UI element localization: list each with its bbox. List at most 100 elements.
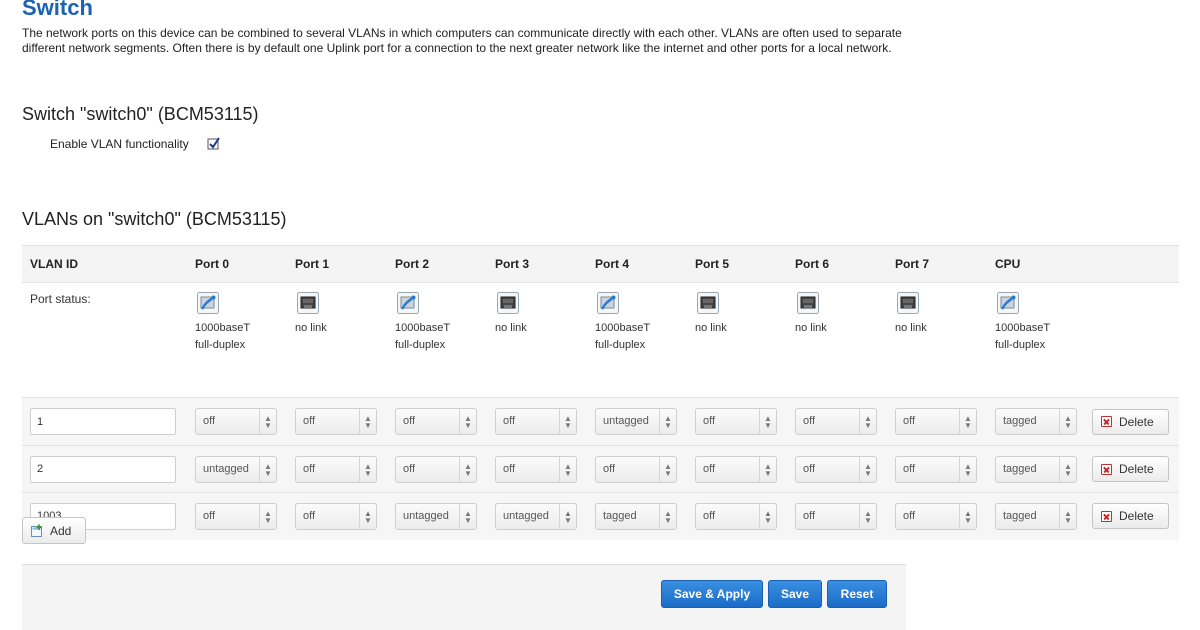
port-mode-select[interactable]: off ▲ ▼ (695, 408, 777, 435)
updown-arrows-icon: ▲ ▼ (459, 503, 476, 529)
port-mode-value: tagged (1003, 462, 1037, 475)
port-duplex-text: full-duplex (595, 339, 646, 351)
updown-arrows-icon: ▲ ▼ (559, 456, 576, 482)
port-mode-select[interactable]: off ▲ ▼ (295, 502, 377, 530)
port-mode-select[interactable]: off ▲ ▼ (195, 502, 277, 530)
ethernet-active-icon (997, 292, 1019, 314)
port-mode-value: off (503, 462, 516, 475)
port-mode-value: off (503, 415, 516, 427)
vlan-id-cell (22, 445, 187, 493)
port-mode-value: off (403, 462, 416, 475)
port-mode-select[interactable]: off ▲ ▼ (795, 408, 877, 435)
save-button[interactable]: Save (768, 580, 822, 608)
port-mode-select[interactable]: untagged ▲ ▼ (195, 455, 277, 483)
port-mode-value: off (303, 462, 316, 475)
updown-arrows-icon: ▲ ▼ (959, 456, 976, 482)
vlan-id-input[interactable] (30, 455, 176, 483)
port-mode-value: off (803, 415, 816, 427)
port-mode-value: off (803, 509, 816, 522)
port-mode-select[interactable]: untagged ▲ ▼ (495, 502, 577, 530)
delete-button-label: Delete (1119, 414, 1154, 429)
port-speed-text: 1000baseT (195, 322, 251, 334)
delete-vlan-button[interactable]: Delete (1092, 503, 1169, 530)
delete-button-label: Delete (1119, 509, 1154, 524)
port-mode-value: tagged (603, 509, 637, 522)
port-select-cell: untagged ▲ ▼ (487, 492, 587, 540)
ethernet-inactive-icon (897, 292, 919, 314)
header-port-6: Port 6 (787, 245, 887, 283)
port-mode-value: off (303, 415, 316, 427)
port-mode-select[interactable]: off ▲ ▼ (495, 455, 577, 483)
port-mode-value: untagged (503, 509, 549, 522)
port-mode-select[interactable]: off ▲ ▼ (395, 408, 477, 435)
delete-vlan-button[interactable]: Delete (1092, 456, 1169, 482)
updown-arrows-icon: ▲ ▼ (859, 409, 876, 434)
ethernet-active-icon (397, 292, 419, 314)
port-select-cell: tagged ▲ ▼ (987, 397, 1087, 446)
port-speed-text: 1000baseT (995, 322, 1051, 334)
port-select-cell: off ▲ ▼ (687, 492, 787, 540)
port-mode-select[interactable]: tagged ▲ ▼ (995, 408, 1077, 435)
updown-arrows-icon: ▲ ▼ (1059, 409, 1076, 434)
port-status-cell: no link (487, 282, 587, 398)
port-select-cell: off ▲ ▼ (587, 445, 687, 493)
header-actions (1087, 245, 1179, 283)
updown-arrows-icon: ▲ ▼ (759, 503, 776, 529)
port-mode-select[interactable]: off ▲ ▼ (395, 455, 477, 483)
port-mode-select[interactable]: off ▲ ▼ (595, 455, 677, 483)
port-mode-select[interactable]: off ▲ ▼ (195, 408, 277, 435)
ethernet-inactive-icon (697, 292, 719, 314)
updown-arrows-icon: ▲ ▼ (459, 409, 476, 434)
port-mode-select[interactable]: tagged ▲ ▼ (995, 455, 1077, 483)
port-status-cell: no link (887, 282, 987, 398)
port-mode-value: off (903, 462, 916, 475)
add-vlan-button[interactable]: Add (22, 517, 86, 544)
delete-vlan-button[interactable]: Delete (1092, 408, 1169, 435)
port-mode-select[interactable]: untagged ▲ ▼ (595, 408, 677, 435)
port-mode-select[interactable]: off ▲ ▼ (895, 455, 977, 483)
port-mode-select[interactable]: untagged ▲ ▼ (395, 502, 477, 530)
port-mode-select[interactable]: off ▲ ▼ (795, 455, 877, 483)
enable-vlan-label: Enable VLAN functionality (50, 137, 189, 151)
port-mode-select[interactable]: off ▲ ▼ (495, 408, 577, 435)
table-header-row: VLAN ID Port 0 Port 1 Port 2 Port 3 Port… (22, 245, 1179, 283)
port-mode-select[interactable]: off ▲ ▼ (795, 502, 877, 530)
table-row: untagged ▲▼ off ▲▼ off ▲▼ off ▲▼ off ▲▼ off ▲▼ off ▲▼… (22, 445, 1179, 493)
port-mode-select[interactable]: off ▲ ▼ (295, 455, 377, 483)
port-status-cell: 1000baseT full-duplex (587, 282, 687, 398)
port-mode-value: off (703, 509, 716, 522)
updown-arrows-icon: ▲ ▼ (259, 456, 276, 482)
port-mode-value: off (203, 415, 216, 427)
port-mode-value: untagged (403, 509, 449, 522)
port-mode-select[interactable]: off ▲ ▼ (695, 502, 777, 530)
updown-arrows-icon: ▲ ▼ (859, 503, 876, 529)
enable-vlan-checkbox[interactable] (207, 136, 220, 151)
port-select-cell: off ▲ ▼ (687, 397, 787, 446)
port-mode-select[interactable]: off ▲ ▼ (895, 502, 977, 530)
header-port-4: Port 4 (587, 245, 687, 283)
updown-arrows-icon: ▲ ▼ (659, 456, 676, 482)
updown-arrows-icon: ▲ ▼ (659, 503, 676, 529)
port-mode-select[interactable]: off ▲ ▼ (895, 408, 977, 435)
port-mode-select[interactable]: tagged ▲ ▼ (995, 502, 1077, 530)
reset-button[interactable]: Reset (827, 580, 887, 608)
actions-cell: Delete (1087, 492, 1179, 540)
port-mode-select[interactable]: tagged ▲ ▼ (595, 502, 677, 530)
save-apply-button[interactable]: Save & Apply (661, 580, 763, 608)
port-speed-text: no link (895, 322, 927, 334)
port-mode-value: tagged (1003, 415, 1037, 427)
port-mode-value: off (303, 509, 316, 522)
vlan-id-input[interactable] (30, 408, 176, 435)
header-port-2: Port 2 (387, 245, 487, 283)
port-select-cell: off ▲ ▼ (387, 445, 487, 493)
port-select-cell: off ▲ ▼ (787, 397, 887, 446)
port-mode-select[interactable]: off ▲ ▼ (695, 455, 777, 483)
port-mode-select[interactable]: off ▲ ▼ (295, 408, 377, 435)
port-mode-value: untagged (603, 415, 649, 427)
delete-icon (1101, 510, 1112, 522)
delete-icon (1101, 463, 1112, 475)
port-duplex-text: full-duplex (995, 339, 1046, 351)
port-mode-value: off (903, 415, 916, 427)
port-duplex-text: full-duplex (195, 339, 246, 351)
port-select-cell: off ▲ ▼ (187, 397, 287, 446)
